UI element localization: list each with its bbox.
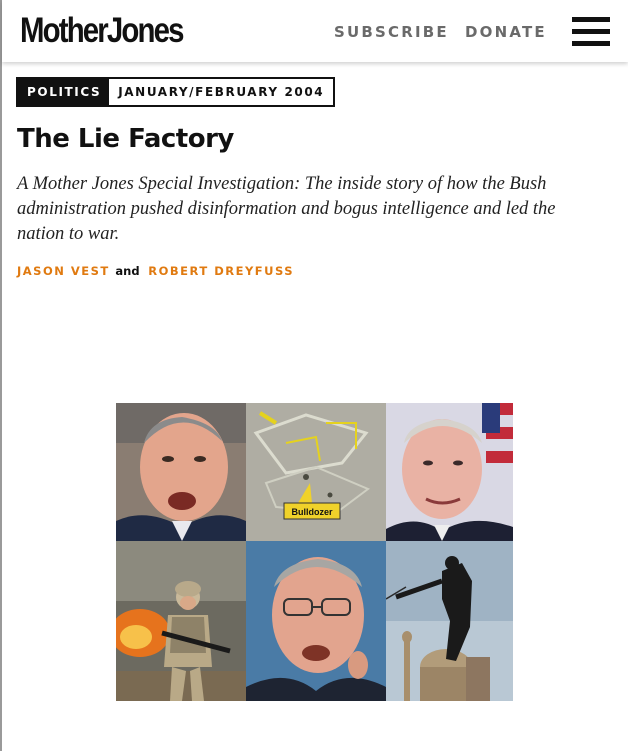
byline-conjunction: and [115,264,140,278]
author-link[interactable]: ROBERT DREYFUSS [148,264,294,278]
page-left-edge [0,0,2,751]
article-dek: A Mother Jones Special Investigation: Th… [17,174,556,244]
collage-soldier [116,541,246,701]
collage-portrait-3 [246,541,386,701]
author-link[interactable]: JASON VEST [17,264,110,278]
collage-aerial-map: Bulldozer [246,403,386,541]
map-callout-label: Bulldozer [291,507,332,517]
hamburger-menu-icon[interactable] [572,17,610,47]
collage-portrait-2 [386,403,513,541]
subscribe-link[interactable]: SUBSCRIBE [334,22,449,42]
donate-link[interactable]: DONATE [465,22,547,42]
section-tag[interactable]: POLITICS [18,79,110,105]
issue-date: JANUARY/FEBRUARY 2004 [118,85,325,99]
menu-bar [572,41,610,46]
article-lead-image: Bulldozer [116,403,513,701]
menu-bar [572,17,610,22]
site-header: MotherJones SUBSCRIBE DONATE [2,0,628,62]
byline: JASON VEST and ROBERT DREYFUSS [17,262,294,280]
article-tag-bar: POLITICS JANUARY/FEBRUARY 2004 [16,77,336,107]
article-title: The Lie Factory [17,124,234,154]
mother-jones-logo[interactable]: MotherJones [20,10,184,52]
collage-statue [386,541,513,701]
menu-bar [572,29,610,34]
collage-portrait-1 [116,403,246,541]
